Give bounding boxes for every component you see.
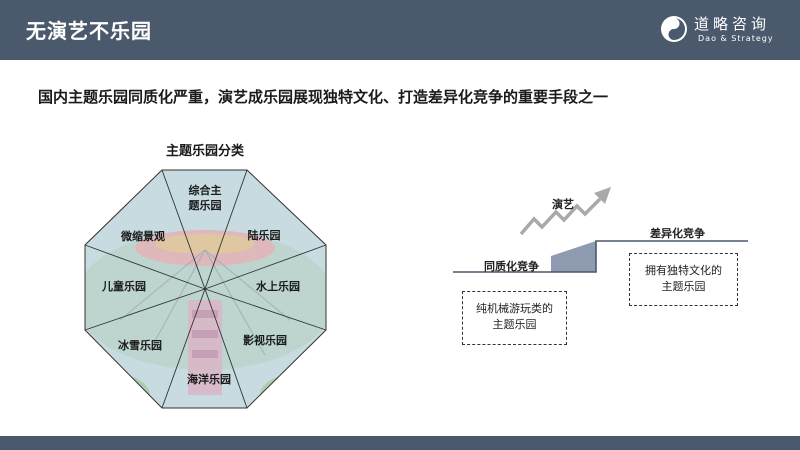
homogeneous-competition-label: 同质化竞争 [484, 260, 539, 273]
differentiated-box-line2: 主题乐园 [661, 280, 706, 293]
rising-wedge [551, 241, 596, 272]
segment-film: 影视乐园 [243, 333, 287, 347]
differentiated-park-box: 拥有独特文化的 主题乐园 [629, 253, 738, 306]
segment-miniature: 微缩景观 [120, 229, 165, 243]
differentiated-competition-label: 差异化竞争 [650, 227, 705, 240]
differentiated-box-line1: 拥有独特文化的 [645, 264, 722, 277]
segment-children: 儿童乐园 [101, 279, 146, 293]
segment-ocean: 海洋乐园 [187, 372, 231, 386]
segment-comprehensive-line1: 综合主 [189, 183, 222, 197]
segment-land: 陆乐园 [248, 228, 281, 242]
homogeneous-box-line1: 纯机械游玩类的 [476, 302, 553, 315]
homogeneous-park-box: 纯机械游玩类的 主题乐园 [462, 291, 567, 345]
homogeneous-box-line2: 主题乐园 [492, 318, 537, 331]
performance-label: 演艺 [552, 198, 574, 211]
segment-comprehensive-line2: 题乐园 [189, 198, 222, 212]
segment-snow: 冰雪乐园 [118, 338, 162, 352]
footer-bar [0, 436, 800, 450]
segment-water: 水上乐园 [256, 279, 300, 293]
